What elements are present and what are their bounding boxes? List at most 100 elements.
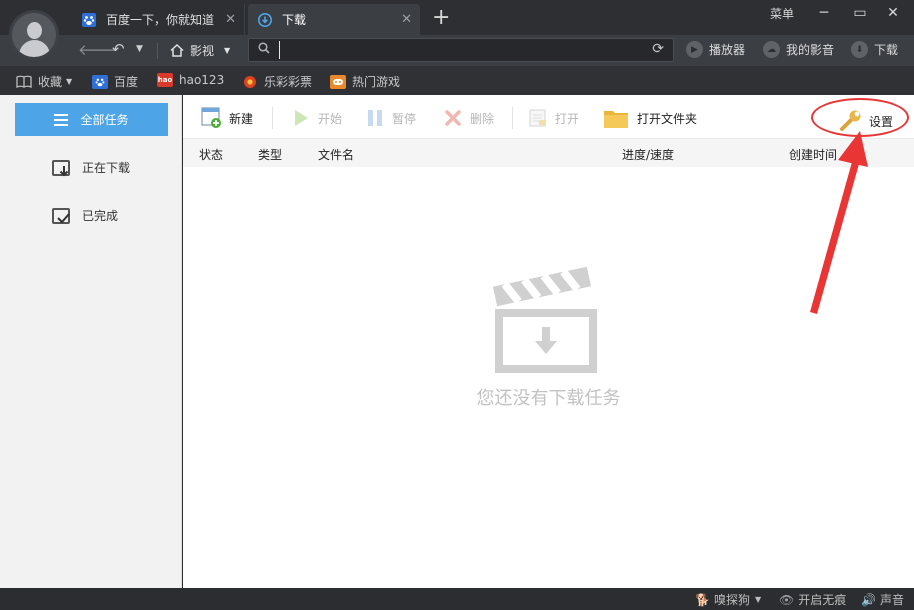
baidu-paw-icon [92, 74, 108, 89]
home-label: 影视 [190, 44, 215, 58]
open-file-icon [527, 108, 549, 128]
column-created-time[interactable]: 创建时间 [789, 146, 837, 163]
game-controller-icon [330, 74, 346, 89]
bookmark-favorites[interactable]: 收藏 ▼ [16, 73, 72, 90]
settings-button[interactable]: 设置 [839, 108, 893, 135]
new-task-icon [201, 107, 223, 128]
tab-download[interactable]: 下载 ✕ [248, 4, 420, 35]
maximize-icon[interactable]: ▭ [845, 2, 875, 24]
open-label: 打开 [555, 111, 580, 126]
column-filename[interactable]: 文件名 [318, 146, 354, 163]
player-label: 播放器 [709, 43, 746, 57]
sidebar-item-label: 全部任务 [80, 113, 129, 127]
open-button[interactable]: 打开 [527, 108, 579, 128]
bookmarks-bar: 收藏 ▼ 百度 hao hao123 乐彩彩票 热门游戏 [0, 66, 914, 95]
status-bar: 🐕 嗅探狗 ▼ 👁 开启无痕 🔊 声音 [0, 588, 914, 610]
my-media-button[interactable]: ☁ 我的影音 [763, 41, 834, 58]
new-task-label: 新建 [229, 111, 254, 126]
bookmark-label: 百度 [114, 75, 139, 89]
column-progress-speed[interactable]: 进度/速度 [622, 146, 674, 163]
incognito-label: 开启无痕 [798, 593, 847, 607]
my-media-label: 我的影音 [786, 43, 835, 57]
open-folder-label: 打开文件夹 [637, 111, 698, 126]
new-task-button[interactable]: 新建 [201, 107, 254, 128]
player-button[interactable]: ▶ 播放器 [686, 41, 745, 58]
sniffer-dog-button[interactable]: 🐕 嗅探狗 ▼ [695, 591, 761, 608]
url-input[interactable] [279, 41, 639, 59]
book-icon [16, 75, 32, 89]
cloud-icon: ☁ [763, 41, 780, 58]
tab-title: 百度一下，你就知道 [106, 13, 215, 27]
bookmark-games[interactable]: 热门游戏 [330, 73, 400, 90]
bookmark-label: 热门游戏 [352, 75, 401, 89]
close-icon[interactable]: ✕ [401, 12, 412, 27]
bookmark-baidu[interactable]: 百度 [92, 73, 138, 90]
sidebar-item-downloading[interactable]: 正在下载 [52, 159, 130, 176]
divider [512, 107, 513, 129]
tab-baidu[interactable]: 百度一下，你就知道 ✕ [72, 4, 245, 35]
sidebar-item-all-tasks[interactable]: 全部任务 [15, 103, 168, 136]
folder-icon [603, 108, 629, 128]
play-icon: ▶ [686, 41, 703, 58]
hao123-logo-icon: hao [157, 73, 173, 87]
home-icon [170, 44, 184, 57]
open-folder-button[interactable]: 打开文件夹 [603, 108, 697, 128]
home-button[interactable]: 影视 ▼ [170, 42, 230, 59]
delete-button[interactable]: 删除 [442, 108, 494, 128]
close-icon[interactable]: ✕ [225, 12, 236, 27]
check-icon [52, 207, 70, 224]
wrench-icon [839, 108, 863, 135]
divider [157, 43, 158, 59]
column-type[interactable]: 类型 [258, 146, 282, 163]
chevron-down-icon[interactable]: ▼ [224, 46, 230, 55]
close-window-icon[interactable]: ✕ [878, 2, 908, 24]
bookmark-hao123[interactable]: hao hao123 [157, 73, 224, 87]
download-button[interactable]: ⬇ 下载 [851, 41, 898, 58]
new-tab-button[interactable]: + [432, 6, 450, 30]
sound-label: 声音 [879, 593, 904, 607]
undo-icon[interactable]: ↶ [112, 40, 125, 58]
divider [272, 107, 273, 129]
lottery-ball-icon [242, 75, 258, 89]
sniffer-dog-label: 嗅探狗 [713, 593, 750, 607]
avatar[interactable] [9, 10, 59, 60]
play-icon [290, 108, 312, 128]
sidebar: 全部任务 正在下载 已完成 [0, 95, 182, 588]
menu-button[interactable]: 菜单 [770, 5, 794, 22]
settings-label: 设置 [869, 115, 894, 129]
chevron-down-icon: ▼ [754, 595, 762, 604]
list-icon [54, 113, 69, 126]
downloading-icon [52, 159, 70, 176]
dog-icon: 🐕 [695, 592, 710, 607]
sidebar-item-completed[interactable]: 已完成 [52, 207, 118, 224]
download-arrow-icon: ⬇ [851, 41, 868, 58]
main-panel: 新建 开始 暂停 删除 打开 打开文件夹 设置 状态 类型 文件名 进度/速度 … [183, 95, 914, 588]
bookmark-lottery[interactable]: 乐彩彩票 [242, 73, 312, 90]
sort-arrow-icon[interactable] [845, 150, 853, 155]
chevron-down-icon[interactable]: ▼ [136, 44, 143, 54]
download-icon [258, 12, 272, 27]
delete-label: 删除 [470, 111, 495, 126]
sound-button[interactable]: 🔊 声音 [861, 591, 904, 608]
pause-button[interactable]: 暂停 [364, 108, 416, 128]
delete-x-icon [442, 108, 464, 128]
refresh-icon[interactable]: ⟳ [652, 41, 664, 57]
sidebar-item-label: 已完成 [82, 209, 119, 223]
pause-icon [364, 108, 386, 128]
bookmark-label: hao123 [179, 73, 225, 87]
search-icon [258, 42, 270, 58]
baidu-paw-icon [82, 12, 96, 27]
bookmark-label: 收藏 [38, 75, 63, 89]
incognito-button[interactable]: 👁 开启无痕 [779, 591, 846, 608]
pause-label: 暂停 [392, 111, 417, 126]
chevron-down-icon: ▼ [66, 77, 73, 86]
empty-state-clapperboard-icon [492, 265, 603, 375]
sidebar-item-label: 正在下载 [82, 161, 131, 175]
column-status[interactable]: 状态 [199, 146, 223, 163]
speaker-icon: 🔊 [861, 592, 876, 607]
download-label: 下载 [874, 43, 899, 57]
title-bar: 百度一下，你就知道 ✕ 下载 ✕ + 菜单 ─ ▭ ✕ [0, 0, 914, 35]
address-bar[interactable]: ⟳ [248, 38, 674, 62]
minimize-icon[interactable]: ─ [809, 2, 839, 24]
start-button[interactable]: 开始 [290, 108, 342, 128]
